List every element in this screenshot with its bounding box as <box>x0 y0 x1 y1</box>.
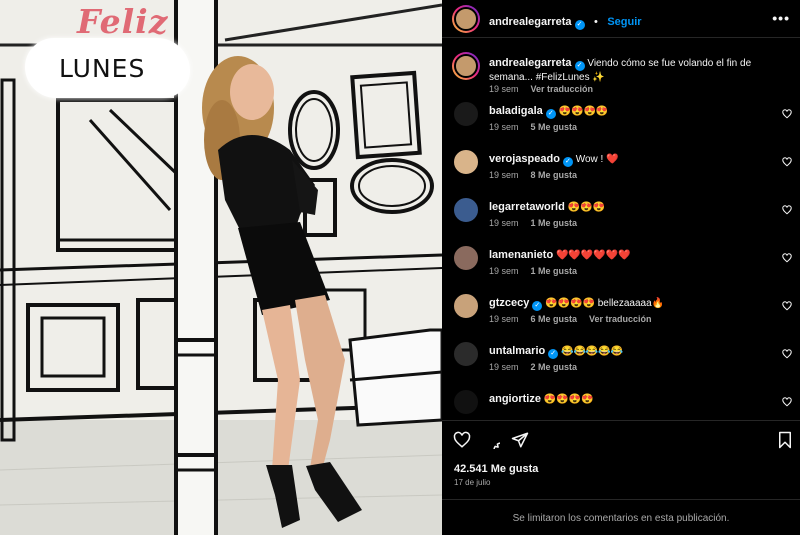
heart-icon[interactable] <box>782 205 792 215</box>
comment-time: 19 sem <box>489 122 519 132</box>
verified-icon: ✓ <box>574 20 585 30</box>
share-icon[interactable] <box>511 431 529 449</box>
bookmark-icon[interactable] <box>776 431 794 449</box>
comment-username[interactable]: lamenanieto <box>489 249 553 261</box>
comment-avatar[interactable] <box>452 100 480 128</box>
comment-body: angiortize 😍😍😍😍 <box>489 392 769 407</box>
heart-icon[interactable] <box>782 349 792 359</box>
avatar-image <box>452 292 480 320</box>
post-date: 17 de julio <box>454 478 491 487</box>
comment-text: 😍😍😍😍 bellezaaaaa🔥 <box>545 298 665 309</box>
heart-icon[interactable] <box>782 157 792 167</box>
author-avatar[interactable] <box>452 5 480 33</box>
avatar-image <box>452 388 480 416</box>
verified-icon: ✓ <box>562 157 573 167</box>
comment-likes[interactable]: 5 Me gusta <box>531 122 578 132</box>
comment-avatar[interactable] <box>452 340 480 368</box>
comment-username[interactable]: gtzcecy <box>489 297 529 309</box>
post-actions: 42.541 Me gusta 17 de julio Se limitaron… <box>442 420 800 535</box>
comment-likes[interactable]: 1 Me gusta <box>531 218 578 228</box>
comment-icon[interactable] <box>482 431 500 449</box>
avatar-image <box>452 148 480 176</box>
comment-text: ❤️❤️❤️❤️❤️❤️ <box>555 250 631 261</box>
avatar-image <box>452 244 480 272</box>
comment-avatar[interactable] <box>452 148 480 176</box>
comment-likes[interactable]: 6 Me gusta <box>531 314 578 324</box>
comment-username[interactable]: baladigala <box>489 105 543 117</box>
comment-meta: 19 sem 5 Me gusta <box>489 122 589 132</box>
comment-likes[interactable]: 8 Me gusta <box>531 170 578 180</box>
comments-list[interactable]: andrealegarreta ✓ Viendo cómo se fue vola… <box>442 38 800 420</box>
sticker-feliz: Feliz <box>77 2 169 41</box>
post-side-panel: andrealegarreta ✓ • Seguir ••• andrealega… <box>442 0 800 535</box>
sticker-lunes: LUNES <box>59 54 146 83</box>
comment-body: gtzcecy ✓ 😍😍😍😍 bellezaaaaa🔥 <box>489 296 769 311</box>
verified-icon: ✓ <box>574 61 585 71</box>
comment-avatar[interactable] <box>452 292 480 320</box>
caption-username[interactable]: andrealegarreta <box>489 57 572 69</box>
comment-meta: 19 sem 6 Me gusta Ver traducción <box>489 314 664 324</box>
comment-avatar[interactable] <box>452 244 480 272</box>
comment-meta: 19 sem 2 Me gusta <box>489 362 589 372</box>
heart-icon[interactable] <box>782 301 792 311</box>
comment-username[interactable]: untalmario <box>489 345 545 357</box>
translate-button[interactable]: Ver traducción <box>589 314 652 324</box>
comment-meta: 19 sem 8 Me gusta <box>489 170 589 180</box>
comment-body: lamenanieto ❤️❤️❤️❤️❤️❤️ <box>489 248 769 263</box>
author-line: andrealegarreta ✓ • Seguir <box>489 12 642 30</box>
more-icon[interactable]: ••• <box>772 10 790 26</box>
comment-time: 19 sem <box>489 314 519 324</box>
comment-time: 19 sem <box>489 266 519 276</box>
comment-text: 😂😂😂😂😂 <box>561 346 624 357</box>
comment-avatar[interactable] <box>452 388 480 416</box>
author-username[interactable]: andrealegarreta <box>489 16 572 28</box>
heart-icon[interactable] <box>782 253 792 263</box>
caption-body: andrealegarreta ✓ Viendo cómo se fue vola… <box>489 56 769 85</box>
likes-count[interactable]: 42.541 Me gusta <box>454 463 538 475</box>
follow-button[interactable]: Seguir <box>607 16 641 28</box>
comment-time: 19 sem <box>489 362 519 372</box>
comment-username[interactable]: angiortize <box>489 393 541 405</box>
verified-icon: ✓ <box>548 349 559 359</box>
comment-text: Wow ! ❤️ <box>575 154 619 165</box>
post-header: andrealegarreta ✓ • Seguir ••• <box>442 0 800 38</box>
comment-username[interactable]: legarretaworld <box>489 201 565 213</box>
avatar-image <box>452 196 480 224</box>
comment-meta: 19 sem 1 Me gusta <box>489 218 589 228</box>
comment-body: verojaspeado ✓ Wow ! ❤️ <box>489 152 769 167</box>
translate-button[interactable]: Ver traducción <box>531 84 594 94</box>
caption-meta: 19 sem Ver traducción <box>489 84 605 94</box>
caption-time: 19 sem <box>489 84 519 94</box>
comment-time: 19 sem <box>489 170 519 180</box>
heart-icon[interactable] <box>453 431 471 449</box>
avatar-image <box>452 100 480 128</box>
comment-meta: 19 sem 1 Me gusta <box>489 266 589 276</box>
feliz-lunes-sticker: Feliz LUNES <box>25 0 190 104</box>
comment-text: 😍😍😍 <box>567 202 605 213</box>
comment-avatar[interactable] <box>452 196 480 224</box>
comment-text: 😍😍😍😍 <box>558 106 609 117</box>
comment-likes[interactable]: 1 Me gusta <box>531 266 578 276</box>
comment-likes[interactable]: 2 Me gusta <box>531 362 578 372</box>
verified-icon: ✓ <box>545 109 556 119</box>
comment-text: 😍😍😍😍 <box>543 394 594 405</box>
comment-time: 19 sem <box>489 218 519 228</box>
heart-icon[interactable] <box>782 109 792 119</box>
comment-body: untalmario ✓ 😂😂😂😂😂 <box>489 344 769 359</box>
avatar-image <box>452 340 480 368</box>
heart-icon[interactable] <box>782 397 792 407</box>
comment-body: legarretaworld 😍😍😍 <box>489 200 769 215</box>
separator-dot: • <box>594 16 598 28</box>
post-photo[interactable]: Feliz LUNES <box>0 0 442 535</box>
comment-body: baladigala ✓ 😍😍😍😍 <box>489 104 769 119</box>
comment-username[interactable]: verojaspeado <box>489 153 560 165</box>
comments-limited-notice: Se limitaron los comentarios en esta pub… <box>442 499 800 535</box>
verified-icon: ✓ <box>532 301 543 311</box>
caption-avatar[interactable] <box>452 52 480 80</box>
